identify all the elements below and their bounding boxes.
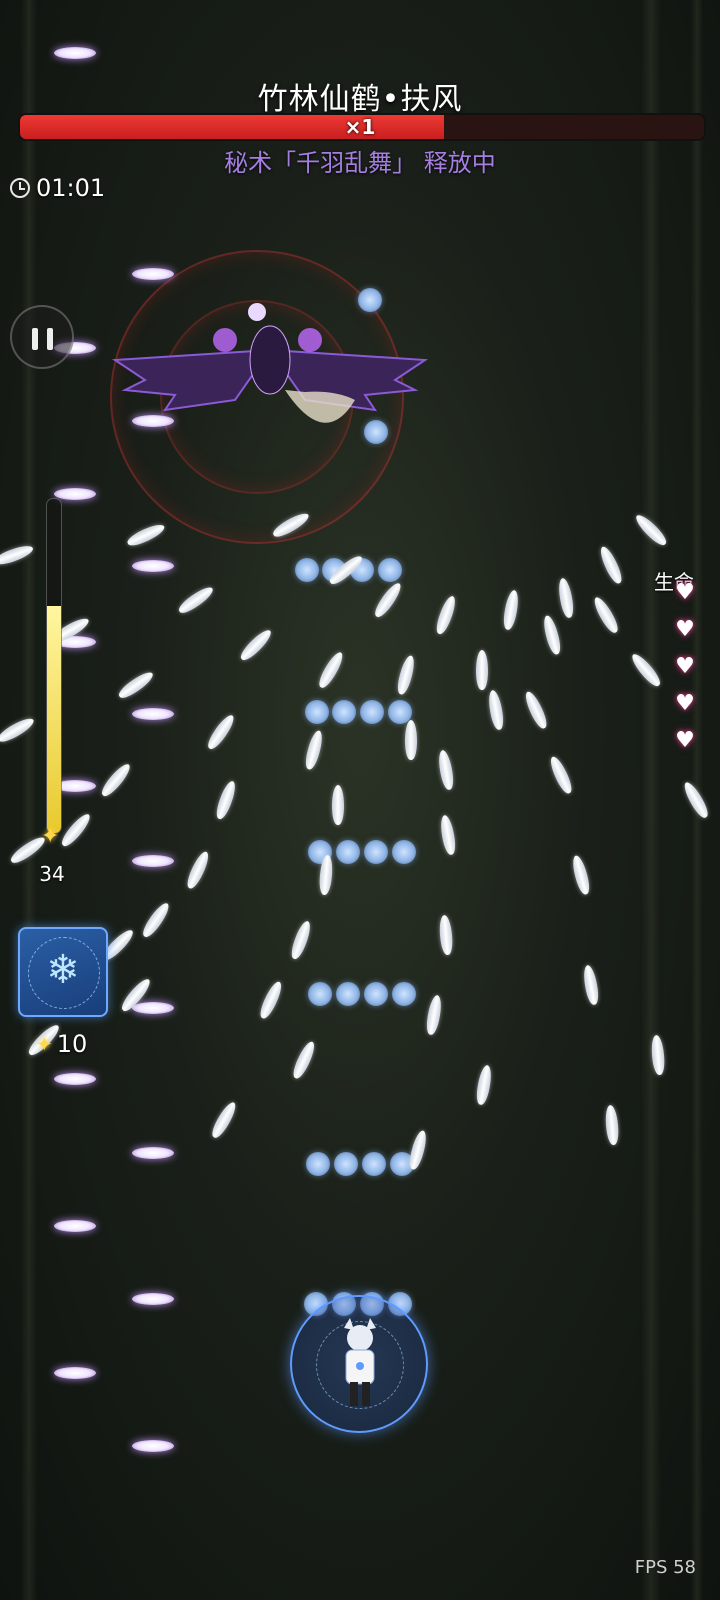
enemy-feather-bullet <box>288 919 314 961</box>
power-gauge-fill <box>47 605 61 833</box>
enemy-feather-bullet <box>570 854 592 896</box>
enemy-feather-bullet <box>315 649 347 691</box>
enemy-feather-bullet <box>407 1129 429 1171</box>
enemy-orb-bullet <box>392 982 416 1006</box>
enemy-feather-bullet <box>547 754 575 796</box>
enemy-feather-bullet <box>556 577 576 619</box>
heart-icon: ♥ <box>675 728 695 753</box>
enemy-feather-bullet <box>116 668 156 702</box>
enemy-orb-bullet <box>336 982 360 1006</box>
pause-icon <box>47 328 53 350</box>
enemy-feather-bullet <box>395 654 417 696</box>
enemy-feather-bullet <box>176 583 216 617</box>
enemy-feather-bullet <box>597 544 625 586</box>
enemy-feather-bullet <box>604 1104 620 1146</box>
enemy-orb-bullet <box>306 1152 330 1176</box>
bomb-count: ✦ 10 <box>36 1030 87 1058</box>
enemy-feather-bullet <box>424 994 444 1036</box>
heart-icon: ♥ <box>675 617 695 642</box>
enemy-feather-bullet <box>290 1039 318 1081</box>
skill-card-button[interactable]: ❄ <box>18 927 108 1017</box>
enemy-oval-bullet <box>132 560 174 572</box>
enemy-oval-bullet <box>132 708 174 720</box>
stage-timer: 01:01 <box>10 172 105 204</box>
enemy-oval-bullet <box>132 415 174 427</box>
boss-spell-status: 秘术「千羽乱舞」 释放中 <box>224 149 496 177</box>
enemy-feather-bullet <box>332 785 344 825</box>
enemy-feather-bullet <box>371 580 405 620</box>
star-icon: ✦ <box>36 1032 53 1056</box>
enemy-feather-bullet <box>541 614 563 656</box>
enemy-feather-bullet <box>213 779 239 821</box>
game-playfield[interactable] <box>0 0 720 1600</box>
enemy-feather-bullet <box>581 964 601 1006</box>
enemy-feather-bullet <box>438 914 454 956</box>
star-icon: ✦ <box>41 824 60 849</box>
enemy-feather-bullet <box>590 594 622 636</box>
enemy-orb-bullet <box>305 700 329 724</box>
enemy-oval-bullet <box>132 268 174 280</box>
bamboo-stalk <box>640 0 662 1600</box>
heart-icon: ♥ <box>675 580 695 605</box>
power-gauge <box>46 498 62 834</box>
pause-icon <box>32 328 38 350</box>
enemy-feather-bullet <box>433 594 459 636</box>
enemy-feather-bullet <box>125 521 167 549</box>
player-character-sprite[interactable] <box>330 1318 390 1414</box>
enemy-feather-bullet <box>522 689 550 731</box>
enemy-orb-bullet <box>295 558 319 582</box>
enemy-feather-bullet <box>237 626 275 664</box>
enemy-oval-bullet <box>54 1220 96 1232</box>
heart-icon: ♥ <box>675 654 695 679</box>
enemy-oval-bullet <box>132 1002 174 1014</box>
bomb-count-value: 10 <box>56 1030 88 1058</box>
enemy-orb-bullet <box>392 840 416 864</box>
power-count: 34 <box>39 862 65 886</box>
enemy-orb-bullet <box>336 840 360 864</box>
enemy-feather-bullet <box>257 979 285 1021</box>
bamboo-stalk <box>20 0 38 1600</box>
enemy-feather-bullet <box>58 810 94 850</box>
boss-name: 竹林仙鹤•扶风 <box>257 82 463 117</box>
enemy-orb-bullet <box>358 288 382 312</box>
enemy-oval-bullet <box>132 855 174 867</box>
enemy-orb-bullet <box>364 982 388 1006</box>
snowflake-icon: ❄ <box>46 947 80 993</box>
enemy-feather-bullet <box>98 760 134 800</box>
enemy-orb-bullet <box>334 1152 358 1176</box>
boss-hp-multiplier: ×1 <box>344 115 376 139</box>
enemy-oval-bullet <box>54 488 96 500</box>
enemy-orb-bullet <box>362 1152 386 1176</box>
enemy-oval-bullet <box>54 47 96 59</box>
enemy-feather-bullet <box>474 1064 494 1106</box>
enemy-orb-bullet <box>308 982 332 1006</box>
heart-icon: ♥ <box>675 691 695 716</box>
enemy-feather-bullet <box>184 849 212 891</box>
enemy-feather-bullet <box>476 650 488 690</box>
pause-button[interactable] <box>10 305 74 369</box>
enemy-oval-bullet <box>132 1147 174 1159</box>
enemy-feather-bullet <box>303 729 325 771</box>
fps-counter: FPS 58 <box>634 1557 696 1578</box>
clock-icon <box>10 178 30 198</box>
enemy-orb-bullet <box>364 840 388 864</box>
stage-timer-value: 01:01 <box>36 174 106 202</box>
enemy-feather-bullet <box>208 1099 240 1141</box>
enemy-feather-bullet <box>405 720 417 760</box>
enemy-feather-bullet <box>486 689 506 731</box>
enemy-orb-bullet <box>364 420 388 444</box>
enemy-feather-bullet <box>438 814 458 856</box>
enemy-orb-bullet <box>360 700 384 724</box>
enemy-orb-bullet <box>378 558 402 582</box>
enemy-feather-bullet <box>436 749 456 791</box>
enemy-feather-bullet <box>204 712 238 752</box>
enemy-feather-bullet <box>501 589 521 631</box>
enemy-feather-bullet <box>139 900 173 940</box>
enemy-oval-bullet <box>54 1073 96 1085</box>
enemy-oval-bullet <box>132 1293 174 1305</box>
enemy-oval-bullet <box>132 1440 174 1452</box>
enemy-orb-bullet <box>332 700 356 724</box>
enemy-oval-bullet <box>54 1367 96 1379</box>
